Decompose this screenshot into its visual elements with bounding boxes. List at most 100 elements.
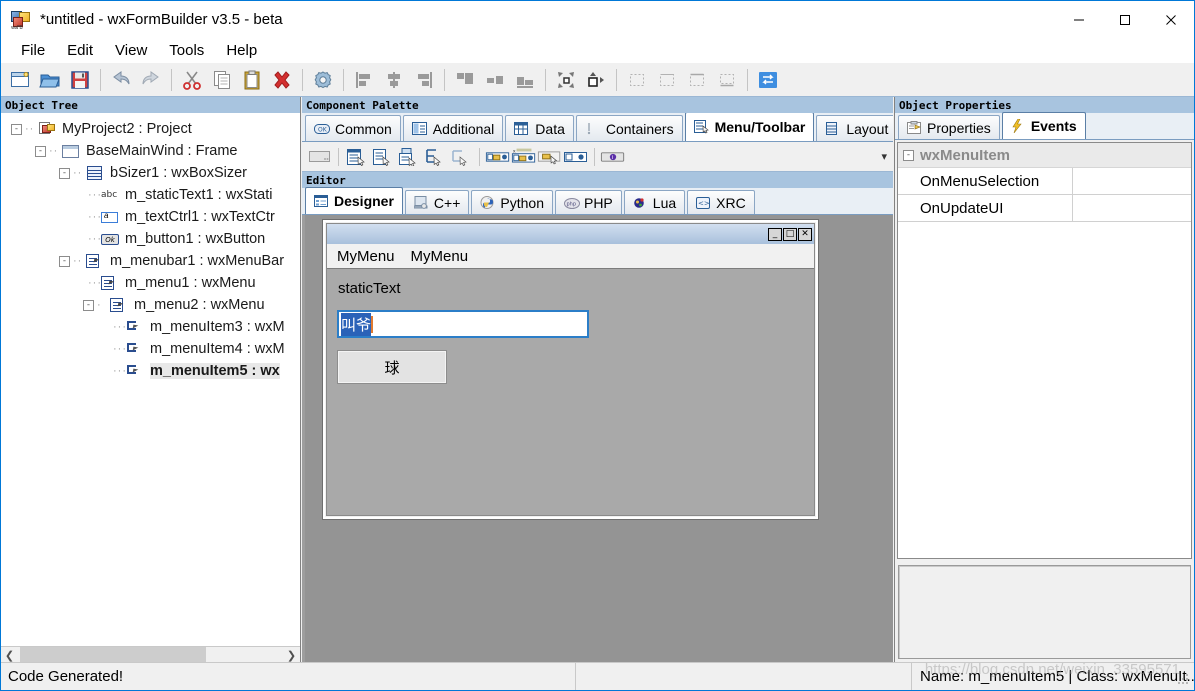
- wxtoolbar-icon[interactable]: [307, 145, 333, 169]
- close-button[interactable]: [1148, 1, 1194, 38]
- tree-node-m-menuitem4[interactable]: ··· m_menuItem4 : wxM: [1, 338, 300, 360]
- tool-dropdown-icon[interactable]: [537, 145, 563, 169]
- palette-tab-menu-toolbar[interactable]: Menu/Toolbar: [684, 113, 815, 141]
- tree-node-m-button1[interactable]: ···· Ok m_button1 : wxButton: [1, 228, 300, 250]
- align-center-h-icon[interactable]: [379, 65, 409, 95]
- tree-node-m-menuitem3[interactable]: ··· m_menuItem3 : wxM: [1, 316, 300, 338]
- editor-tab-python[interactable]: Python: [471, 190, 553, 214]
- save-project-icon[interactable]: [65, 65, 95, 95]
- form-maximize-button[interactable]: □: [783, 227, 797, 241]
- tree-node-m-menu1[interactable]: ··· m_menu1 : wxMenu: [1, 272, 300, 294]
- menu-help[interactable]: Help: [215, 40, 268, 61]
- copy-icon[interactable]: [207, 65, 237, 95]
- wxmenu-icon[interactable]: [370, 145, 396, 169]
- wxmenuitem-icon[interactable]: [422, 145, 448, 169]
- palette-tab-additional[interactable]: Additional: [402, 115, 504, 141]
- tree-node-m-menuitem5[interactable]: ··· m_menuItem5 : wx: [1, 360, 300, 382]
- event-value-input[interactable]: [1073, 195, 1191, 221]
- form-text-input[interactable]: 叫爷: [337, 310, 589, 338]
- expander-icon[interactable]: -: [35, 145, 46, 157]
- object-tree-hscrollbar[interactable]: ❮ ❯: [1, 646, 300, 664]
- menu-edit[interactable]: Edit: [56, 40, 104, 61]
- delete-icon[interactable]: [267, 65, 297, 95]
- editor-tab-designer[interactable]: Designer: [305, 187, 403, 214]
- tree-node-myproject2[interactable]: - ·· MyProject2 : Project: [1, 118, 300, 140]
- tree-node-m-textctrl1[interactable]: ···· m_textCtrl1 : wxTextCtr: [1, 206, 300, 228]
- menu-view[interactable]: View: [104, 40, 158, 61]
- property-group-header[interactable]: - wxMenuItem: [898, 143, 1191, 168]
- palette-tab-containers[interactable]: Containers: [575, 115, 683, 141]
- expand-icon[interactable]: [551, 65, 581, 95]
- scrollbar-track[interactable]: [18, 646, 283, 664]
- align-top-icon[interactable]: [450, 65, 480, 95]
- wxstatusbar-icon[interactable]: i: [600, 145, 626, 169]
- tool-icon[interactable]: [485, 145, 511, 169]
- align-right-icon[interactable]: [409, 65, 439, 95]
- stretch-icon[interactable]: [581, 65, 611, 95]
- border-top-icon[interactable]: [652, 65, 682, 95]
- form-button[interactable]: 球: [337, 350, 447, 384]
- tool-spacer-icon[interactable]: [563, 145, 589, 169]
- wxmenubar-icon[interactable]: [344, 145, 370, 169]
- form-minimize-button[interactable]: _: [768, 227, 782, 241]
- settings-gear-icon[interactable]: [308, 65, 338, 95]
- form-close-button[interactable]: ✕: [798, 227, 812, 241]
- wxseparator-icon[interactable]: [448, 145, 474, 169]
- align-center-v-icon[interactable]: [480, 65, 510, 95]
- event-row-onupdateui[interactable]: OnUpdateUI: [898, 195, 1191, 222]
- designer-canvas[interactable]: _ □ ✕ MyMenu MyMenu staticText 叫爷 球: [302, 215, 893, 663]
- toolbar-separator: [171, 68, 172, 91]
- scroll-left-arrow-icon[interactable]: ❮: [1, 647, 18, 664]
- tree-node-bsizer1[interactable]: - ·· bSizer1 : wxBoxSizer: [1, 162, 300, 184]
- resize-grip-icon[interactable]: [1178, 674, 1190, 686]
- tree-node-m-menubar1[interactable]: - ·· m_menubar1 : wxMenuBar: [1, 250, 300, 272]
- tree-node-basemainwind[interactable]: - ·· BaseMainWind : Frame: [1, 140, 300, 162]
- expander-icon[interactable]: -: [59, 255, 70, 267]
- form-menu-item-2[interactable]: MyMenu: [411, 248, 469, 265]
- maximize-button[interactable]: [1102, 1, 1148, 38]
- undo-icon[interactable]: [106, 65, 136, 95]
- paste-icon[interactable]: [237, 65, 267, 95]
- sizer-icon: [85, 165, 105, 182]
- properties-tab-properties[interactable]: Properties: [898, 115, 1000, 139]
- menu-tools[interactable]: Tools: [158, 40, 215, 61]
- palette-tab-layout[interactable]: Layout: [816, 115, 893, 141]
- redo-icon[interactable]: [136, 65, 166, 95]
- cut-icon[interactable]: [177, 65, 207, 95]
- border-none-icon[interactable]: [712, 65, 742, 95]
- events-grid[interactable]: - wxMenuItem OnMenuSelection OnUpdateUI: [897, 142, 1192, 559]
- palette-tab-common[interactable]: OK Common: [305, 115, 401, 141]
- object-tree[interactable]: - ·· MyProject2 : Project - ·· BaseMainW…: [1, 113, 300, 646]
- editor-tab-xrc[interactable]: <> XRC: [687, 190, 755, 214]
- palette-tab-data[interactable]: Data: [505, 115, 574, 141]
- border-all-icon[interactable]: [622, 65, 652, 95]
- tree-node-m-statictext1[interactable]: ···· abc m_staticText1 : wxStati: [1, 184, 300, 206]
- tool-separator-icon[interactable]: x: [511, 145, 537, 169]
- scroll-right-arrow-icon[interactable]: ❯: [283, 647, 300, 664]
- expander-icon[interactable]: -: [903, 149, 914, 161]
- align-bottom-icon[interactable]: [510, 65, 540, 95]
- expander-icon[interactable]: -: [59, 167, 70, 179]
- editor-tab-cpp[interactable]: C++: [404, 190, 470, 214]
- expander-icon[interactable]: -: [11, 123, 22, 135]
- form-static-text[interactable]: staticText: [338, 280, 804, 297]
- palette-overflow-chevron-icon[interactable]: ▾: [881, 150, 887, 163]
- editor-tab-php[interactable]: php PHP: [554, 190, 622, 214]
- minimize-button[interactable]: [1056, 1, 1102, 38]
- properties-tab-events[interactable]: Events: [1001, 112, 1086, 139]
- event-row-onmenuselection[interactable]: OnMenuSelection: [898, 168, 1191, 195]
- new-project-icon[interactable]: [5, 65, 35, 95]
- menu-file[interactable]: File: [10, 40, 56, 61]
- swap-orientation-icon[interactable]: [753, 65, 783, 95]
- border-bottom-icon[interactable]: [682, 65, 712, 95]
- scrollbar-thumb[interactable]: [20, 646, 206, 664]
- wxsubmenu-icon[interactable]: [396, 145, 422, 169]
- open-project-icon[interactable]: [35, 65, 65, 95]
- form-menu-item-1[interactable]: MyMenu: [337, 248, 395, 265]
- form-preview[interactable]: _ □ ✕ MyMenu MyMenu staticText 叫爷 球: [322, 219, 819, 520]
- expander-icon[interactable]: -: [83, 299, 94, 311]
- editor-tab-lua[interactable]: Lua: [623, 190, 686, 214]
- event-value-input[interactable]: [1073, 168, 1191, 194]
- align-left-icon[interactable]: [349, 65, 379, 95]
- tree-node-m-menu2[interactable]: - · m_menu2 : wxMenu: [1, 294, 300, 316]
